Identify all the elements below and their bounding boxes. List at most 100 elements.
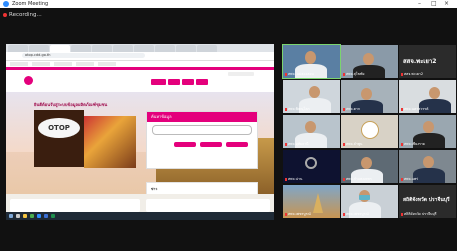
participant-tile[interactable]: สพจ.น่าน — [283, 150, 340, 183]
participant-name: สพจ. แม่ฮ่องสอน — [285, 71, 314, 77]
record-dot-icon — [3, 12, 7, 17]
info-card[interactable] — [146, 199, 270, 212]
participant-face — [429, 87, 440, 99]
participant-tile[interactable]: สพจ.กำแพงเพชร — [341, 150, 398, 183]
start-icon[interactable] — [9, 214, 13, 218]
nav-button[interactable] — [196, 79, 208, 85]
recording-indicator[interactable]: Recording... — [3, 10, 42, 20]
participant-tile[interactable]: สพจ.อุทัยธานี — [283, 115, 340, 148]
muted-mic-icon — [343, 177, 345, 181]
participant-face — [361, 88, 372, 100]
participant-tile[interactable]: สพจ.เชียงราย — [399, 115, 456, 148]
organization-logo — [361, 121, 379, 139]
participant-tile[interactable]: สพจ.นครสวรรค์ — [399, 80, 456, 113]
browser-tab-strip — [6, 44, 274, 52]
participant-tile[interactable]: สสจ.พะเยา2 สสจ.พะเยา2 — [399, 45, 456, 78]
bookmark[interactable] — [54, 62, 72, 66]
browser-tab[interactable] — [134, 45, 154, 52]
participant-name: สพจ.ตาก — [343, 106, 360, 112]
maximize-button[interactable]: □ — [431, 0, 437, 8]
bookmark[interactable] — [32, 62, 50, 66]
excel-icon[interactable] — [51, 214, 55, 218]
url-field[interactable]: otop.cdd.go.th — [22, 53, 145, 58]
muted-mic-icon — [285, 72, 287, 76]
search-icon[interactable] — [16, 214, 20, 218]
shared-screen: otop.cdd.go.th ยินดีต้อนรับสู่ระบบข้อมูล… — [6, 44, 274, 220]
nav-button[interactable] — [168, 79, 180, 85]
site-banner: ยินดีต้อนรับสู่ระบบข้อมูลผลิตภัณฑ์ชุมชน … — [6, 92, 274, 194]
browser-tab[interactable] — [197, 45, 217, 52]
nav-button[interactable] — [151, 79, 166, 85]
zoom-icon — [3, 1, 9, 7]
participant-tile[interactable]: สพจ.เพชรบูรณ์ — [341, 185, 398, 218]
participant-name: สถิติจังหวัด ปราจีนบุรี — [401, 211, 437, 217]
participant-tile[interactable]: สพจ.เพชรบูรณ์ — [283, 185, 340, 218]
browser-tab[interactable] — [29, 45, 49, 52]
login-link[interactable] — [228, 72, 254, 76]
browser-tab[interactable] — [50, 45, 70, 52]
meeting-controls-bar — [0, 232, 457, 251]
muted-mic-icon — [343, 212, 345, 216]
participant-tile[interactable]: สพจ.ตาก — [341, 80, 398, 113]
info-card[interactable] — [10, 199, 140, 212]
participant-face — [423, 121, 434, 133]
participant-name: สพจ.อุทัยธานี — [285, 141, 309, 147]
muted-mic-icon — [401, 72, 403, 76]
zoom-icon[interactable] — [37, 214, 41, 218]
muted-mic-icon — [401, 142, 403, 146]
participant-tile[interactable]: สพจ.แพร่ — [399, 150, 456, 183]
bookmark[interactable] — [10, 62, 28, 66]
participant-face — [309, 86, 320, 98]
site-logo-icon — [24, 76, 33, 85]
participant-face — [305, 51, 316, 64]
window-title: Zoom Meeting — [12, 1, 49, 7]
browser-tab[interactable] — [92, 45, 112, 52]
news-title: ข่าว — [151, 187, 158, 191]
word-icon[interactable] — [44, 214, 48, 218]
otop-promo-image[interactable]: OTOP — [34, 110, 84, 167]
bookmark[interactable] — [76, 62, 94, 66]
participant-tile[interactable]: สพจ.สุโขทัย — [341, 45, 398, 78]
nav-button[interactable] — [182, 79, 194, 85]
aperture-icon — [305, 157, 317, 169]
participant-face — [361, 157, 372, 169]
close-button[interactable]: × — [444, 0, 449, 8]
participant-tile[interactable]: สพจ.พิษณุโลก — [283, 80, 340, 113]
muted-mic-icon — [401, 107, 403, 111]
browser-tab[interactable] — [71, 45, 91, 52]
participant-name: สพจ.แพร่ — [401, 176, 418, 182]
pagoda-image — [313, 193, 323, 213]
chrome-icon[interactable] — [30, 214, 34, 218]
search-tag[interactable] — [200, 142, 222, 147]
browser-tab[interactable] — [155, 45, 175, 52]
muted-mic-icon — [401, 212, 403, 216]
search-title: ค้นหาข้อมูล — [147, 112, 257, 122]
muted-mic-icon — [343, 107, 345, 111]
muted-mic-icon — [401, 177, 403, 181]
browser-tab[interactable] — [8, 45, 28, 52]
participant-tile[interactable]: สถิติจังหวัด ปราจีนบุรี สถิติจังหวัด ปรา… — [399, 185, 456, 218]
search-panel: ค้นหาข้อมูล — [146, 111, 258, 169]
bookmark[interactable] — [98, 62, 116, 66]
participant-name: สพจ.เพชรบูรณ์ — [285, 211, 311, 217]
participant-tile[interactable]: สพจ. แม่ฮ่องสอน — [282, 44, 341, 79]
minimize-button[interactable]: – — [418, 0, 421, 8]
participant-name: สพจ.เชียงราย — [401, 141, 425, 147]
participant-name: สพจ.น่าน — [285, 176, 302, 182]
search-input[interactable] — [152, 125, 252, 135]
search-tag[interactable] — [174, 142, 196, 147]
participant-name: สพจ.ลำพูน — [343, 141, 362, 147]
muted-mic-icon — [285, 142, 287, 146]
face-mask — [359, 195, 370, 200]
participant-name-large: สถิติจังหวัด ปราจีนบุรี — [403, 197, 450, 203]
news-panel: ข่าว — [146, 182, 258, 194]
participant-tile[interactable]: สพจ.ลำพูน — [341, 115, 398, 148]
search-tag[interactable] — [226, 142, 248, 147]
browser-tab[interactable] — [176, 45, 196, 52]
welcome-heading: ยินดีต้อนรับสู่ระบบข้อมูลผลิตภัณฑ์ชุมชน — [34, 102, 108, 107]
muted-mic-icon — [285, 177, 287, 181]
browser-tab[interactable] — [113, 45, 133, 52]
folder-icon[interactable] — [23, 214, 27, 218]
muted-mic-icon — [343, 142, 345, 146]
participant-name: สพจ.สุโขทัย — [343, 71, 364, 77]
